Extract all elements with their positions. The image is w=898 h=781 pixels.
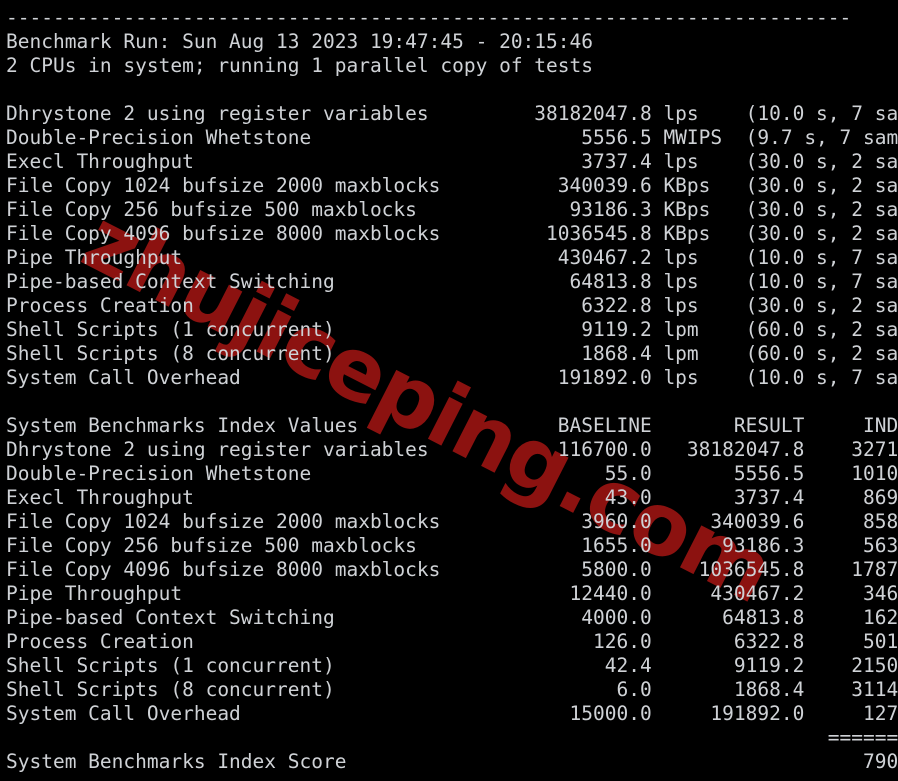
raw-result-row: File Copy 1024 bufsize 2000 maxblocks 34…: [6, 174, 898, 197]
index-table-row: Execl Throughput 43.0 3737.4 869.2: [6, 486, 898, 509]
terminal-output: ----------------------------------------…: [0, 0, 898, 774]
raw-result-row: System Call Overhead 191892.0 lps (10.0 …: [6, 366, 898, 389]
index-table-row: File Copy 1024 bufsize 2000 maxblocks 39…: [6, 510, 898, 533]
index-table-row: Double-Precision Whetstone 55.0 5556.5 1…: [6, 462, 898, 485]
index-table-row: System Call Overhead 15000.0 191892.0 12…: [6, 702, 898, 725]
header-separator: ----------------------------------------…: [6, 6, 852, 29]
cpu-info-line: 2 CPUs in system; running 1 parallel cop…: [6, 54, 593, 77]
index-table-row: File Copy 256 bufsize 500 maxblocks 1655…: [6, 534, 898, 557]
index-table-row: File Copy 4096 bufsize 8000 maxblocks 58…: [6, 558, 898, 581]
raw-result-row: Shell Scripts (1 concurrent) 9119.2 lpm …: [6, 318, 898, 341]
index-table-row: Shell Scripts (1 concurrent) 42.4 9119.2…: [6, 654, 898, 677]
raw-result-row: File Copy 256 bufsize 500 maxblocks 9318…: [6, 198, 898, 221]
index-score-rule: ========: [6, 726, 898, 749]
index-score-row: System Benchmarks Index Score 790.8: [6, 750, 898, 773]
index-table-row: Shell Scripts (8 concurrent) 6.0 1868.4 …: [6, 678, 898, 701]
raw-result-row: Dhrystone 2 using register variables 381…: [6, 102, 898, 125]
index-table-row: Pipe Throughput 12440.0 430467.2 346.0: [6, 582, 898, 605]
raw-result-row: Pipe-based Context Switching 64813.8 lps…: [6, 270, 898, 293]
raw-result-row: Double-Precision Whetstone 5556.5 MWIPS …: [6, 126, 898, 149]
raw-result-row: Shell Scripts (8 concurrent) 1868.4 lpm …: [6, 342, 898, 365]
raw-result-row: Process Creation 6322.8 lps (30.0 s, 2 s…: [6, 294, 898, 317]
terminal-window: zhujiceping.com ------------------------…: [0, 0, 898, 781]
index-table-row: Dhrystone 2 using register variables 116…: [6, 438, 898, 461]
raw-result-row: File Copy 4096 bufsize 8000 maxblocks 10…: [6, 222, 898, 245]
index-table-row: Pipe-based Context Switching 4000.0 6481…: [6, 606, 898, 629]
raw-result-row: Execl Throughput 3737.4 lps (30.0 s, 2 s…: [6, 150, 898, 173]
raw-result-row: Pipe Throughput 430467.2 lps (10.0 s, 7 …: [6, 246, 898, 269]
index-table-header: System Benchmarks Index Values BASELINE …: [6, 414, 898, 437]
index-table-row: Process Creation 126.0 6322.8 501.8: [6, 630, 898, 653]
benchmark-run-line: Benchmark Run: Sun Aug 13 2023 19:47:45 …: [6, 30, 593, 53]
